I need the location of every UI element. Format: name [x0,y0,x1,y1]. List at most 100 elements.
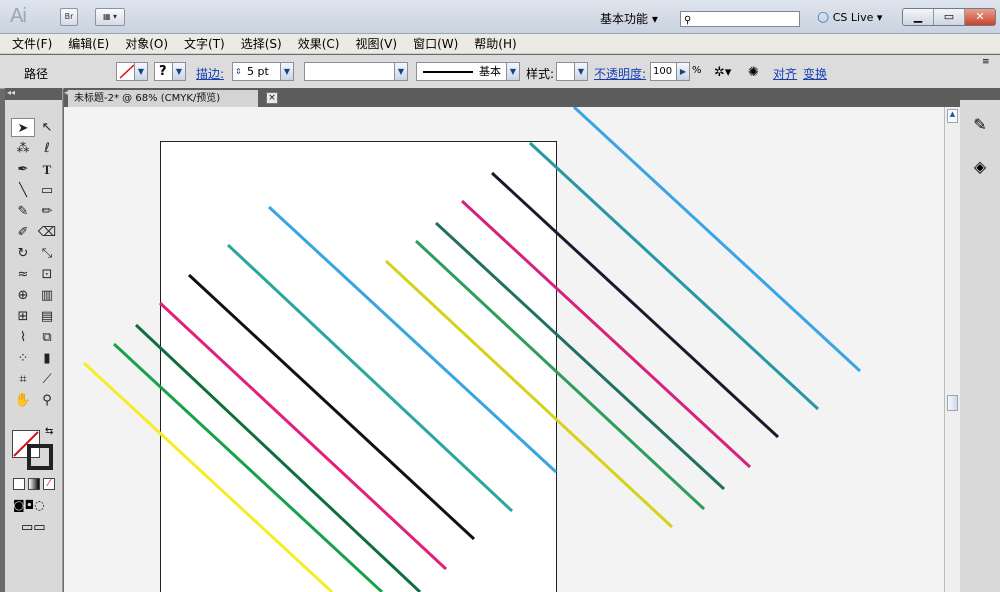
document-setup-icon[interactable]: ✺ [748,65,759,80]
opacity-value: 100 [653,66,673,77]
stroke-weight-stepper-icon[interactable]: ⇕ [235,63,242,80]
arrange-documents-button[interactable]: ▦ ▾ [95,8,125,26]
scroll-up-icon[interactable]: ▲ [947,109,958,123]
panel-menu-icon[interactable]: ≡ [982,57,990,67]
scroll-thumb[interactable] [947,395,958,411]
path-line[interactable] [226,243,514,513]
rectangle-tool-icon[interactable]: ▭ [35,181,59,200]
rotate-tool-icon[interactable]: ↻ [11,244,35,263]
restore-button[interactable]: ▭ [934,9,965,25]
menu-object[interactable]: 对象(O) [125,35,168,52]
pen-tool-icon[interactable]: ✒ [11,160,35,179]
close-tab-icon[interactable]: × [266,92,278,104]
type-tool-icon[interactable]: T [35,160,59,179]
swap-fill-stroke-icon[interactable]: ⇆ [45,426,53,437]
align-panel-link[interactable]: 对齐 [773,65,797,82]
opacity-field[interactable]: 100 ▶ [650,62,690,81]
slice-tool-icon[interactable]: ⟋ [35,370,59,389]
layers-panel-icon[interactable]: ◈ [964,154,996,180]
stroke-weight-field[interactable]: ⇕ 5 pt ▼ [232,62,294,81]
stroke-color-picker[interactable]: ? ▼ [154,62,186,81]
path-line[interactable] [112,342,384,592]
path-line[interactable] [434,221,726,491]
workspace-switcher[interactable]: 基本功能 ▾ [600,10,658,27]
path-line[interactable] [134,323,422,592]
stroke-unknown-value: ? [159,64,167,79]
stroke-panel-link[interactable]: 描边: [196,65,224,82]
document-tab-title: 未标题-2* @ 68% (CMYK/预览) [74,93,221,104]
screen-mode-icon[interactable]: ▭▭ [21,520,46,535]
path-line[interactable] [158,301,448,571]
document-tab-bar: ◂◂ 未标题-2* @ 68% (CMYK/预览) × [64,88,960,107]
direct-selection-tool-icon[interactable]: ↖ [35,118,59,137]
menu-effect[interactable]: 效果(C) [298,35,340,52]
pencil-tool-icon[interactable]: ✏ [35,202,59,221]
stroke-weight-value: 5 pt [247,65,269,78]
color-button[interactable] [13,478,25,490]
gradient-tool-icon[interactable]: ▤ [35,307,59,326]
lasso-tool-icon[interactable]: ℓ [35,139,59,158]
menu-help[interactable]: 帮助(H) [474,35,516,52]
path-line[interactable] [528,141,820,411]
menu-file[interactable]: 文件(F) [12,35,52,52]
panel-dock: ✎ ◈ [960,88,1000,592]
fill-color-picker[interactable]: ▼ [116,62,148,81]
dock-collapse-icon[interactable] [960,88,1000,100]
zoom-tool-icon[interactable]: ⚲ [35,391,59,410]
vertical-scrollbar[interactable]: ▲ [944,107,960,592]
close-button[interactable]: ✕ [965,9,995,25]
menu-window[interactable]: 窗口(W) [413,35,458,52]
app-logo: Ai [10,5,27,27]
path-line[interactable] [82,361,334,592]
mesh-tool-icon[interactable]: ⊞ [11,307,35,326]
line-tool-icon[interactable]: ╲ [11,181,35,200]
gradient-button[interactable] [28,478,40,490]
recolor-artwork-icon[interactable]: ✲▾ [714,65,731,80]
free-transform-tool-icon[interactable]: ⊡ [35,265,59,284]
artwork-layer [82,107,862,592]
path-line[interactable] [490,171,780,439]
brush-definition[interactable]: 基本 ▼ [416,62,520,81]
path-line[interactable] [572,107,862,373]
menu-select[interactable]: 选择(S) [241,35,282,52]
none-button[interactable]: ⁄ [43,478,55,490]
shape-builder-tool-icon[interactable]: ⊕ [11,286,35,305]
menu-edit[interactable]: 编辑(E) [68,35,109,52]
cs-live-menu[interactable]: ○ CS Live ▾ [817,9,882,25]
title-bar: Ai Br ▦ ▾ 基本功能 ▾ ⚲ ○ CS Live ▾ ▁ ▭ ✕ [0,0,1000,34]
warp-tool-icon[interactable]: ≈ [11,265,35,284]
canvas-area[interactable] [64,107,944,592]
blend-tool-icon[interactable]: ⧉ [35,328,59,347]
menu-view[interactable]: 视图(V) [355,35,397,52]
document-tab[interactable]: 未标题-2* @ 68% (CMYK/预览) × [68,90,278,107]
selection-type-label: 路径 [24,67,49,81]
brushes-panel-icon[interactable]: ✎ [964,112,996,138]
perspective-grid-tool-icon[interactable]: ▥ [35,286,59,305]
eyedropper-tool-icon[interactable]: ⌇ [11,328,35,347]
path-line[interactable] [414,239,706,511]
brush-stroke-preview [423,71,473,73]
graphic-style-picker[interactable]: ▼ [556,62,588,81]
selection-tool-icon[interactable]: ➤ [11,118,35,137]
drawing-modes-icon[interactable]: ◙◘◌ [13,498,45,512]
workspace-label: 基本功能 [600,12,649,26]
transform-panel-link[interactable]: 变换 [803,65,827,82]
cs-live-label: CS Live [832,11,874,24]
column-graph-tool-icon[interactable]: ▮ [35,349,59,368]
paintbrush-tool-icon[interactable]: ✎ [11,202,35,221]
variable-width-profile[interactable]: ▼ [304,62,408,81]
stroke-swatch[interactable] [27,444,53,470]
menu-type[interactable]: 文字(T) [184,35,225,52]
scale-tool-icon[interactable]: ⤡ [35,244,59,263]
symbol-sprayer-tool-icon[interactable]: ⁘ [11,349,35,368]
bridge-button[interactable]: Br [60,8,78,26]
artboard-tool-icon[interactable]: ⌗ [11,370,35,389]
opacity-panel-link[interactable]: 不透明度: [594,65,646,82]
blob-brush-tool-icon[interactable]: ✐ [11,223,35,242]
magic-wand-tool-icon[interactable]: ⁂ [11,139,35,158]
minimize-button[interactable]: ▁ [903,9,934,25]
tools-panel-collapse-icon[interactable]: ◂◂ [5,88,62,100]
hand-tool-icon[interactable]: ✋ [11,391,35,410]
search-input[interactable]: ⚲ [680,11,800,27]
eraser-tool-icon[interactable]: ⌫ [35,223,59,242]
